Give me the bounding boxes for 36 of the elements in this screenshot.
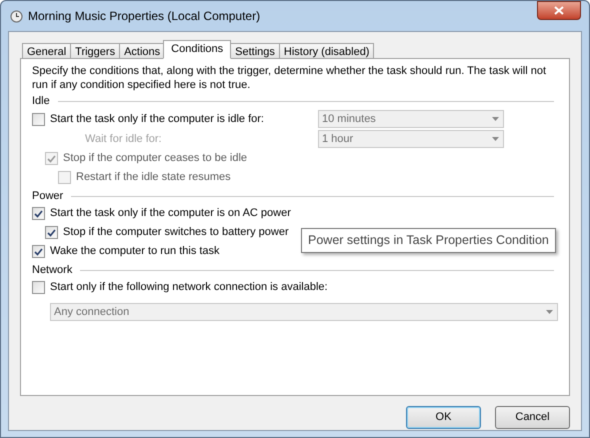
field-label: Wait for idle for:: [84, 132, 162, 147]
checkbox-label: Stop if the computer switches to battery power: [63, 225, 289, 240]
section-heading: Network: [32, 262, 72, 278]
checkbox[interactable]: [32, 112, 45, 126]
section-heading: Idle: [32, 94, 50, 109]
tab[interactable]: Actions: [119, 43, 166, 59]
checkbox-label: Start the task only if the computer is idle for:: [50, 112, 264, 127]
checkbox-label: Restart if the idle state resumes: [76, 170, 231, 186]
checkbox[interactable]: [32, 245, 45, 258]
description-text: Specify the conditions that, along with the trigger, determine whether the task should run. The task will not run if any condition specified here is not true.: [32, 64, 548, 92]
clock-icon: [10, 10, 23, 22]
checkbox-label: Wake the computer to run this task: [50, 244, 220, 260]
caret-icon: [492, 117, 499, 121]
tab[interactable]: Triggers: [70, 43, 120, 59]
dropdown-value: 10 minutes: [322, 112, 376, 127]
checkbox-label: Start only if the following network connection is available:: [50, 280, 328, 296]
window-title: Morning Music Properties (Local Computer): [28, 8, 260, 25]
tab[interactable]: Settings: [230, 43, 280, 59]
checkbox[interactable]: [32, 281, 45, 294]
dialog-button[interactable]: Cancel: [495, 406, 570, 429]
tab[interactable]: Conditions: [163, 40, 232, 59]
checkbox-label: Stop if the computer ceases to be idle: [63, 151, 248, 166]
checkbox[interactable]: [32, 207, 45, 220]
caret-icon: [492, 137, 499, 141]
checkbox[interactable]: [45, 226, 58, 239]
close-button[interactable]: [537, 1, 581, 20]
dropdown-value: 1 hour: [322, 132, 354, 147]
tab[interactable]: History (disabled): [278, 43, 374, 59]
checkbox-label: Start the task only if the computer is on AC power: [50, 206, 291, 222]
dialog-button[interactable]: OK: [406, 406, 481, 429]
section-heading: Power: [32, 188, 64, 204]
tab[interactable]: General: [22, 43, 72, 59]
dropdown-value: Any connection: [54, 304, 130, 320]
tooltip: Power settings in Task Properties Condition: [301, 228, 556, 253]
close-icon: [554, 6, 564, 15]
caret-icon: [546, 310, 553, 314]
